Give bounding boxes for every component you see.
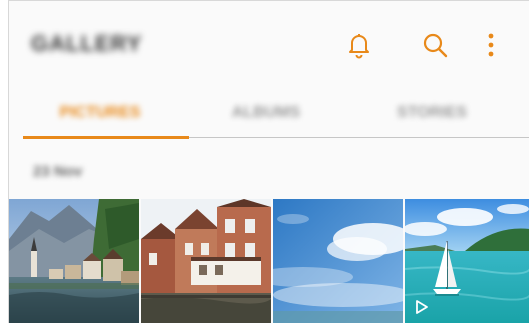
- photo-thumbnail-canal-houses[interactable]: [141, 199, 271, 323]
- photo-thumbnail-blue-sky[interactable]: [273, 199, 403, 323]
- selected-tab-indicator: [23, 136, 189, 139]
- app-title: GALLERY: [31, 31, 143, 56]
- search-icon: [423, 33, 448, 58]
- photo-grid: [9, 199, 529, 323]
- app-bar: GALLERY: [9, 1, 529, 89]
- tab-pictures[interactable]: PICTURES: [17, 99, 183, 127]
- tab-stories[interactable]: STORIES: [349, 99, 515, 127]
- tabs-divider: [189, 137, 529, 138]
- notifications-button[interactable]: [343, 29, 375, 61]
- tab-albums[interactable]: ALBUMS: [183, 99, 349, 127]
- tab-bar: PICTURES ALBUMS STORIES: [9, 89, 529, 141]
- more-options-icon: [488, 33, 494, 57]
- video-thumbnail-sailboat[interactable]: [405, 199, 529, 323]
- more-options-button[interactable]: [475, 29, 507, 61]
- gallery-screen: GALLERY PICTURES ALBUMS STORIES 23 Nov: [8, 0, 529, 323]
- search-button[interactable]: [419, 29, 451, 61]
- date-header: 23 Nov: [33, 163, 83, 180]
- photo-thumbnail-alpine-lake[interactable]: [9, 199, 139, 323]
- play-icon: [416, 300, 428, 314]
- bell-icon: [349, 34, 369, 59]
